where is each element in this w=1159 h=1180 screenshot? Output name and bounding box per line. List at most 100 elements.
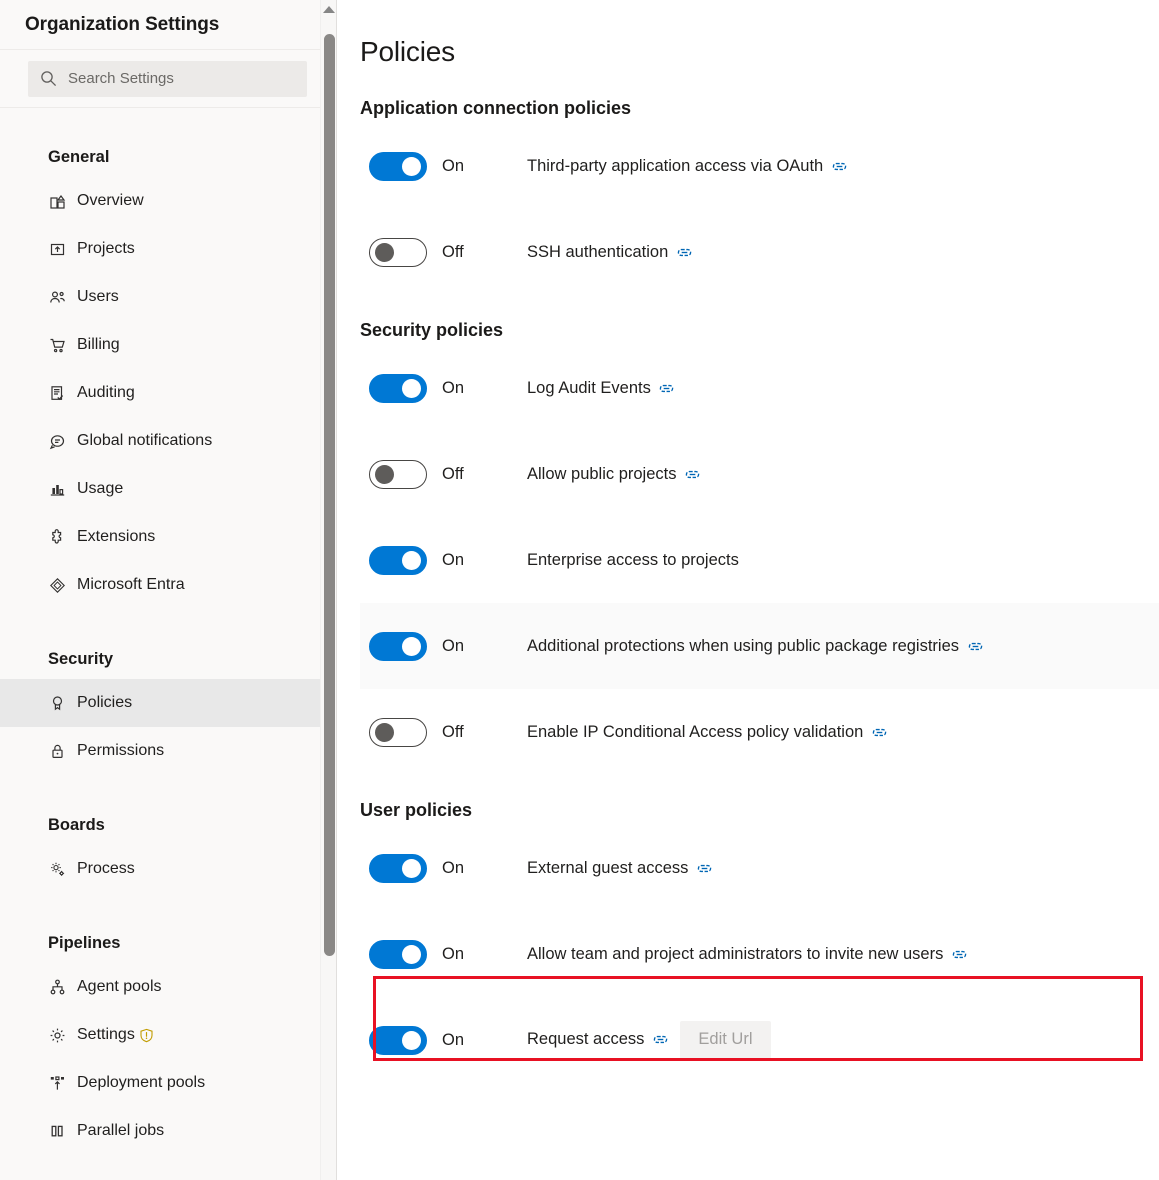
toggle-request-access[interactable] bbox=[369, 1025, 427, 1055]
process-gear-icon bbox=[48, 860, 66, 878]
policy-row: On Additional protections when using pub… bbox=[360, 603, 1159, 689]
policy-row: Off Allow public projects bbox=[360, 431, 1159, 517]
sidebar-scrollbar-thumb[interactable] bbox=[324, 34, 335, 956]
link-info-icon[interactable] bbox=[951, 946, 967, 962]
search-input-placeholder[interactable]: Search Settings bbox=[68, 70, 174, 87]
sidebar-header: Organization Settings bbox=[0, 0, 337, 50]
toggle-enable-ip-conditional-access[interactable] bbox=[369, 717, 427, 747]
sidebar-item-permissions[interactable]: Permissions bbox=[0, 727, 337, 775]
policy-label-text: Request access bbox=[527, 1030, 645, 1049]
policy-label-text: Enterprise access to projects bbox=[527, 550, 739, 569]
sidebar-item-overview[interactable]: Overview bbox=[0, 177, 337, 225]
page-title: Policies bbox=[360, 36, 455, 67]
link-info-icon[interactable] bbox=[696, 860, 712, 876]
policy-label: Enterprise access to projects bbox=[527, 551, 739, 570]
sidebar-item-projects[interactable]: Projects bbox=[0, 225, 337, 273]
toggle-ssh-authentication[interactable] bbox=[369, 237, 427, 267]
policy-label: Log Audit Events bbox=[527, 379, 675, 398]
policy-label-text: Enable IP Conditional Access policy vali… bbox=[527, 722, 864, 741]
toggle-state-label: On bbox=[442, 944, 465, 963]
section-heading: User policies bbox=[360, 800, 473, 820]
toggle-state-label: On bbox=[442, 156, 465, 175]
edit-url-button[interactable]: Edit Url bbox=[680, 1021, 771, 1059]
toggle-external-guest-access[interactable] bbox=[369, 853, 427, 883]
toggle-state-label: On bbox=[442, 1030, 465, 1049]
link-info-icon[interactable] bbox=[684, 466, 700, 482]
policy-label-text: Allow team and project administrators to… bbox=[527, 944, 944, 963]
policy-row: Off SSH authentication bbox=[360, 209, 1159, 295]
sidebar-nav-scroll-area: General Overview Projects Users Billing … bbox=[0, 109, 337, 1180]
search-container: Search Settings bbox=[0, 50, 337, 108]
link-info-icon[interactable] bbox=[831, 158, 847, 174]
sidebar-item-extensions[interactable]: Extensions bbox=[0, 513, 337, 561]
policies-main-content: Policies Application connection policies… bbox=[337, 0, 1159, 1180]
link-info-icon[interactable] bbox=[967, 638, 983, 654]
link-info-icon[interactable] bbox=[652, 1032, 668, 1048]
toggle-additional-protections-package-registries[interactable] bbox=[369, 631, 427, 661]
toggle-allow-public-projects[interactable] bbox=[369, 459, 427, 489]
section-application-connection-policies: Application connection policies On Third… bbox=[360, 98, 1159, 295]
billing-cart-icon bbox=[48, 336, 66, 354]
sidebar-item-label: Global notifications bbox=[77, 432, 213, 449]
users-icon bbox=[48, 288, 66, 306]
search-icon bbox=[40, 70, 57, 87]
policy-label: Enable IP Conditional Access policy vali… bbox=[527, 723, 887, 742]
sidebar-item-agent-pools[interactable]: Agent pools bbox=[0, 963, 337, 1011]
agent-pools-icon bbox=[48, 978, 66, 996]
scroll-up-arrow-icon[interactable] bbox=[321, 0, 337, 18]
toggle-state-label: Off bbox=[442, 242, 464, 261]
sidebar-item-label: Parallel jobs bbox=[77, 1122, 165, 1139]
sidebar-item-usage[interactable]: Usage bbox=[0, 465, 337, 513]
sidebar-item-label: Microsoft Entra bbox=[77, 576, 185, 593]
policy-label: Additional protections when using public… bbox=[527, 637, 983, 656]
nav-list-pipelines: Agent pools Settings Deployment pools Pa… bbox=[0, 963, 337, 1155]
nav-list-security: Policies Permissions bbox=[0, 679, 337, 775]
sidebar-scrollbar-track[interactable] bbox=[320, 0, 337, 1180]
section-user-policies: User policies On External guest access O… bbox=[360, 800, 1159, 1083]
deployment-pools-icon bbox=[48, 1074, 66, 1092]
policy-label: Third-party application access via OAuth bbox=[527, 157, 847, 176]
sidebar-item-billing[interactable]: Billing bbox=[0, 321, 337, 369]
sidebar-item-label: Agent pools bbox=[77, 978, 162, 995]
sidebar-item-policies[interactable]: Policies bbox=[0, 679, 337, 727]
sidebar-item-settings[interactable]: Settings bbox=[0, 1011, 337, 1059]
link-info-icon[interactable] bbox=[659, 380, 675, 396]
link-info-icon[interactable] bbox=[871, 724, 887, 740]
toggle-enterprise-access-to-projects[interactable] bbox=[369, 545, 427, 575]
policy-label: Request access Edit Url bbox=[527, 1021, 771, 1059]
search-settings-box[interactable]: Search Settings bbox=[28, 60, 307, 97]
toggle-log-audit-events[interactable] bbox=[369, 373, 427, 403]
sidebar-item-label: Policies bbox=[77, 694, 133, 711]
toggle-state-label: Off bbox=[442, 722, 464, 741]
sidebar-item-label: Usage bbox=[77, 480, 124, 497]
policy-label-text: Third-party application access via OAuth bbox=[527, 156, 824, 175]
sidebar-item-global-notifications[interactable]: Global notifications bbox=[0, 417, 337, 465]
toggle-allow-admins-invite-new-users[interactable] bbox=[369, 939, 427, 969]
settings-sidebar: Organization Settings Search Settings Ge… bbox=[0, 0, 337, 1180]
sidebar-item-deployment-pools[interactable]: Deployment pools bbox=[0, 1059, 337, 1107]
nav-list-general: Overview Projects Users Billing Auditing… bbox=[0, 177, 337, 609]
sidebar-item-microsoft-entra[interactable]: Microsoft Entra bbox=[0, 561, 337, 609]
nav-group-title-general: General bbox=[48, 147, 110, 166]
sidebar-item-process[interactable]: Process bbox=[0, 845, 337, 893]
link-info-icon[interactable] bbox=[676, 244, 692, 260]
toggle-third-party-oauth[interactable] bbox=[369, 151, 427, 181]
sidebar-item-auditing[interactable]: Auditing bbox=[0, 369, 337, 417]
policies-icon bbox=[48, 694, 66, 712]
sidebar-item-label: Projects bbox=[77, 240, 135, 257]
sidebar-item-users[interactable]: Users bbox=[0, 273, 337, 321]
nav-list-boards: Process bbox=[0, 845, 337, 893]
sidebar-item-label: Deployment pools bbox=[77, 1074, 206, 1091]
policy-label-text: Allow public projects bbox=[527, 464, 677, 483]
policy-row-highlighted: On Allow team and project administrators… bbox=[360, 911, 1159, 997]
sidebar-item-label: Extensions bbox=[77, 528, 156, 545]
sidebar-item-label: Settings bbox=[77, 1026, 135, 1043]
policy-row: On External guest access bbox=[360, 825, 1159, 911]
sidebar-item-parallel-jobs[interactable]: Parallel jobs bbox=[0, 1107, 337, 1155]
policy-label-text: SSH authentication bbox=[527, 242, 669, 261]
nav-group-title-boards: Boards bbox=[48, 815, 105, 834]
parallel-jobs-icon bbox=[48, 1122, 66, 1140]
sidebar-item-label: Permissions bbox=[77, 742, 165, 759]
policy-label: SSH authentication bbox=[527, 243, 692, 262]
policy-row: On Enterprise access to projects bbox=[360, 517, 1159, 603]
